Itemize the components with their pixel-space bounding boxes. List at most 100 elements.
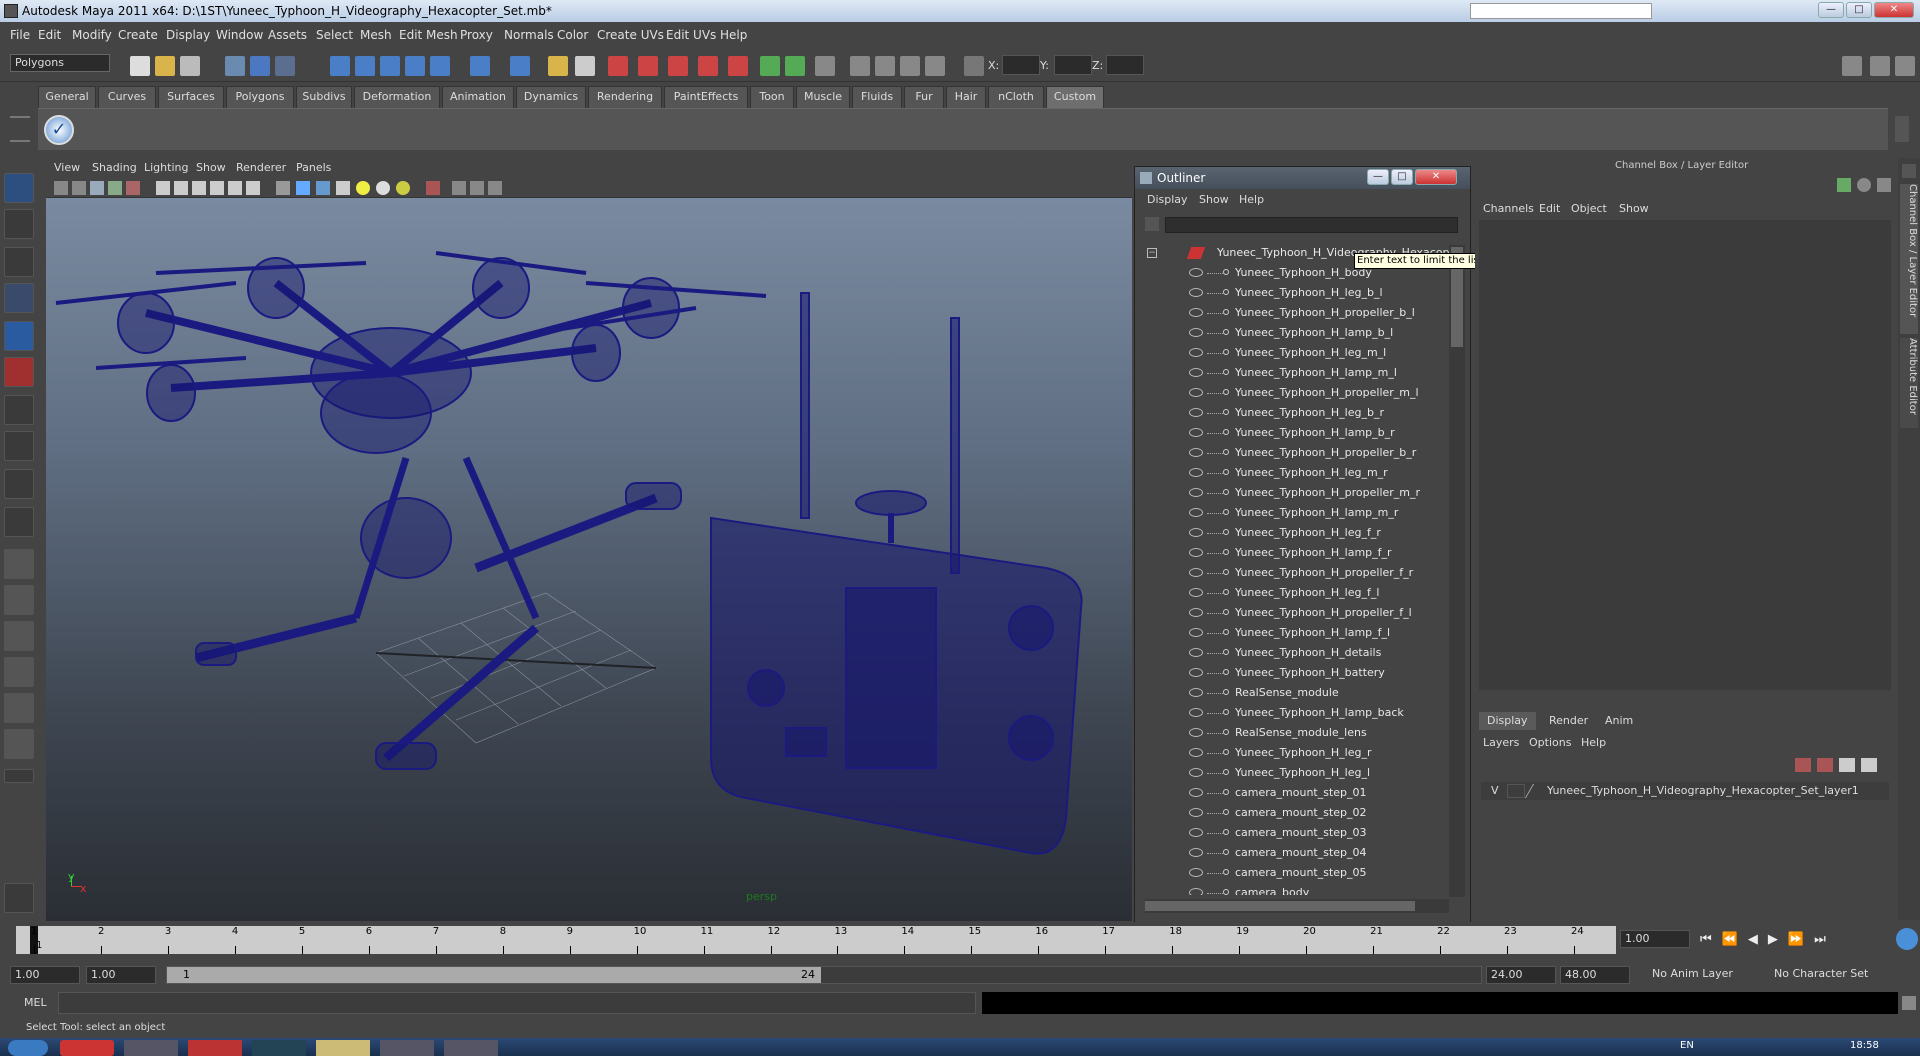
manipulator-tool-icon[interactable] [4, 395, 34, 425]
start-button-icon[interactable] [8, 1040, 48, 1056]
snap-plane-icon[interactable] [405, 56, 425, 76]
outliner-item[interactable]: camera_mount_step_02 [1139, 803, 1449, 823]
channel-box-menu-channels[interactable]: Channels [1483, 202, 1534, 215]
x-coord-field[interactable] [1002, 55, 1040, 75]
shelf-tab-muscle[interactable]: Muscle [796, 86, 850, 108]
move-layer-down-icon[interactable] [1861, 758, 1877, 772]
outliner-item[interactable]: camera_mount_step_04 [1139, 843, 1449, 863]
menu-display[interactable]: Display [166, 28, 210, 42]
outliner-hscroll-thumb[interactable] [1145, 901, 1415, 911]
playback-end-field[interactable]: 24.00 [1486, 966, 1556, 984]
outliner-item[interactable]: camera_mount_step_03 [1139, 823, 1449, 843]
viewport-menu-panels[interactable]: Panels [296, 161, 331, 174]
select-component-icon[interactable] [275, 56, 295, 76]
command-language-label[interactable]: MEL [24, 996, 47, 1009]
mel-echo-icon[interactable] [4, 883, 34, 913]
outliner-item[interactable]: Yuneec_Typhoon_H_leg_b_l [1139, 283, 1449, 303]
outliner-item[interactable]: Yuneec_Typhoon_H_leg_m_r [1139, 463, 1449, 483]
smooth-shade-icon[interactable] [296, 181, 310, 195]
channel-box-icon[interactable] [1837, 178, 1851, 192]
coord-input-icon[interactable] [964, 56, 984, 76]
anim-layer-dropdown[interactable]: No Anim Layer [1648, 966, 1758, 984]
script-editor-icon[interactable] [1902, 996, 1916, 1010]
input-ops-icon[interactable] [760, 56, 780, 76]
resolution-gate-icon[interactable] [174, 181, 188, 195]
outliner-filter-input[interactable] [1165, 217, 1458, 233]
shelf-tab-polygons[interactable]: Polygons [226, 86, 294, 108]
layer-tab-display[interactable]: Display [1479, 712, 1536, 730]
outliner-item[interactable]: Yuneec_Typhoon_H_lamp_b_l [1139, 323, 1449, 343]
time-slider-bar[interactable]: 1 1 2 3 4 5 6 7 8 9 10 11 12 13 14 15 16 17 18 19 20 21 22 23 2… [16, 926, 1616, 954]
language-indicator[interactable]: EN [1680, 1040, 1694, 1051]
render-icon[interactable] [608, 56, 628, 76]
shelf-tab-dynamics[interactable]: Dynamics [516, 86, 586, 108]
snap-point-icon[interactable] [380, 56, 400, 76]
menu-proxy[interactable]: Proxy [460, 28, 493, 42]
open-scene-icon[interactable] [155, 56, 175, 76]
snap-grid-icon[interactable] [330, 56, 350, 76]
default-light-icon[interactable] [356, 181, 370, 195]
wireframe-icon[interactable] [276, 181, 290, 195]
outliner-item[interactable]: camera_mount_step_05 [1139, 863, 1449, 883]
outliner-item[interactable]: Yuneec_Typhoon_H_lamp_f_l [1139, 623, 1449, 643]
layer-tab-render[interactable]: Render [1541, 712, 1596, 730]
channel-box-menu-show[interactable]: Show [1619, 202, 1649, 215]
history-icon[interactable] [470, 56, 490, 76]
attribute-editor-side-tab[interactable]: Attribute Editor [1900, 338, 1918, 428]
single-view-layout-icon[interactable] [4, 549, 34, 579]
outliner-menu-show[interactable]: Show [1199, 193, 1229, 206]
shelf-tab-fur[interactable]: Fur [904, 86, 944, 108]
soft-mod-tool-icon[interactable] [4, 431, 34, 461]
custom-shelf-check-icon[interactable]: ✓ [44, 115, 74, 145]
menu-color[interactable]: Color [557, 28, 588, 42]
outliner-menu-help[interactable]: Help [1239, 193, 1264, 206]
taskbar-autodesk-icon[interactable] [188, 1040, 242, 1056]
outliner-item[interactable]: Yuneec_Typhoon_H_lamp_b_r [1139, 423, 1449, 443]
menu-edit[interactable]: Edit [38, 28, 61, 42]
select-tool-icon[interactable] [4, 173, 34, 203]
taskbar-maya-icon[interactable] [380, 1040, 434, 1056]
menu-assets[interactable]: Assets [268, 28, 307, 42]
hypershade-layout-icon[interactable] [4, 729, 34, 759]
xray-icon[interactable] [452, 181, 466, 195]
shelf-tab-curves[interactable]: Curves [98, 86, 156, 108]
new-layer-from-selection-icon[interactable] [1795, 758, 1811, 772]
taskbar-tool-icon[interactable] [444, 1040, 498, 1056]
outliner-item[interactable]: Yuneec_Typhoon_H_leg_l [1139, 763, 1449, 783]
wireframe-on-shaded-icon[interactable] [316, 181, 330, 195]
gate-mask-icon[interactable] [192, 181, 206, 195]
select-hierarchy-icon[interactable] [225, 56, 245, 76]
outliner-item[interactable]: Yuneec_Typhoon_H_leg_m_l [1139, 343, 1449, 363]
layer-color-icon[interactable] [1524, 784, 1548, 798]
scale-tool-icon[interactable] [4, 357, 34, 387]
new-empty-layer-icon[interactable] [1817, 758, 1833, 772]
mode-selector-dropdown[interactable]: Polygons [10, 54, 110, 72]
outliner-item[interactable]: Yuneec_Typhoon_H_details [1139, 643, 1449, 663]
shelf-tab-ncloth[interactable]: nCloth [988, 86, 1044, 108]
viewport-menu-renderer[interactable]: Renderer [236, 161, 286, 174]
last-tool-icon[interactable] [4, 469, 34, 499]
render-settings-icon[interactable] [668, 56, 688, 76]
menu-edit-mesh[interactable]: Edit Mesh [399, 28, 458, 42]
field-chart-icon[interactable] [210, 181, 224, 195]
layer-name[interactable]: Yuneec_Typhoon_H_Videography_Hexacopter_… [1547, 784, 1859, 797]
outliner-item[interactable]: Yuneec_Typhoon_H_propeller_f_l [1139, 603, 1449, 623]
hypershade-icon[interactable] [698, 56, 718, 76]
camera-attributes-icon[interactable] [72, 181, 86, 195]
show-hide-icon[interactable] [815, 56, 835, 76]
texture-icon[interactable] [875, 56, 895, 76]
viewport-menu-shading[interactable]: Shading [92, 161, 137, 174]
outliner-item[interactable]: Yuneec_Typhoon_H_propeller_b_l [1139, 303, 1449, 323]
outliner-menu-display[interactable]: Display [1147, 193, 1188, 206]
film-gate-icon[interactable] [156, 181, 170, 195]
perspective-viewport[interactable]: View Shading Lighting Show Renderer Pane… [46, 158, 1132, 921]
channel-box-side-tab[interactable]: Channel Box / Layer Editor [1900, 184, 1918, 334]
outliner-horizontal-scrollbar[interactable] [1145, 899, 1449, 913]
outliner-item[interactable]: Yuneec_Typhoon_H_leg_b_r [1139, 403, 1449, 423]
menu-select[interactable]: Select [316, 28, 353, 42]
persp-graph-layout-icon[interactable] [4, 693, 34, 723]
shelf-tab-custom[interactable]: Custom [1046, 86, 1104, 108]
shelf-scroll-icon[interactable] [1895, 116, 1909, 142]
render-view-icon[interactable] [728, 56, 748, 76]
range-slider-track[interactable]: 1 24 [166, 966, 1482, 984]
